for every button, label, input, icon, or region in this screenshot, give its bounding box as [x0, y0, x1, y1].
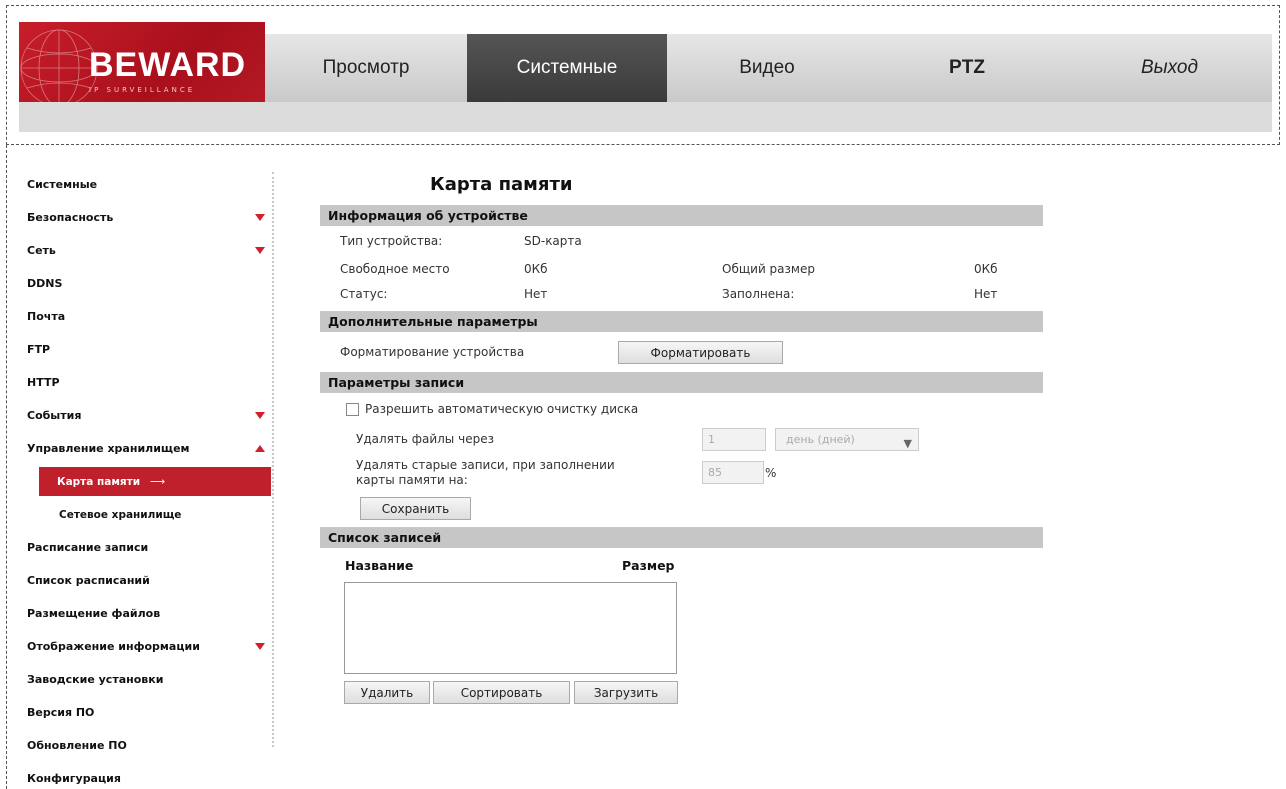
sidebar-item-firmware-update[interactable]: Обновление ПО [19, 729, 271, 762]
expand-arrow-icon[interactable] [255, 412, 265, 419]
sidebar-item-label: FTP [27, 343, 51, 356]
sidebar-item-record-schedule[interactable]: Расписание записи [19, 531, 271, 564]
sidebar-divider [272, 172, 274, 747]
delete-old-label-line1: Удалять старые записи, при заполнении [356, 458, 615, 472]
nav-system[interactable]: Системные [467, 34, 667, 102]
delete-button[interactable]: Удалить [344, 681, 430, 704]
column-name: Название [345, 558, 414, 573]
logo-subtitle: IP SURVEILLANCE [89, 86, 196, 94]
logo-text: BEWARD [89, 46, 247, 84]
sidebar-item-label: Расписание записи [27, 541, 149, 554]
sidebar-item-label: Обновление ПО [27, 739, 127, 752]
sidebar-item-ddns[interactable]: DDNS [19, 267, 271, 300]
full-value: Нет [974, 287, 998, 301]
delete-after-input[interactable]: 1 [702, 428, 766, 451]
nav-video[interactable]: Видео [667, 34, 867, 102]
sidebar: Системные Безопасность Сеть DDNS Почта F… [19, 168, 271, 789]
beward-logo[interactable]: BEWARD IP SURVEILLANCE [19, 22, 265, 114]
percent-sign: % [765, 466, 777, 480]
section-records-list: Список записей [320, 527, 1043, 548]
top-nav: Просмотр Системные Видео PTZ Выход [265, 34, 1272, 102]
status-value: Нет [524, 287, 548, 301]
delete-after-label: Удалять файлы через [356, 432, 494, 446]
full-label: Заполнена: [722, 287, 795, 301]
sidebar-item-label: Карта памяти [57, 475, 141, 488]
device-type-value: SD-карта [524, 234, 582, 248]
sidebar-item-network[interactable]: Сеть [19, 234, 271, 267]
sidebar-item-factory-reset[interactable]: Заводские установки [19, 663, 271, 696]
sidebar-item-ftp[interactable]: FTP [19, 333, 271, 366]
section-device-info: Информация об устройстве [320, 205, 1043, 226]
sidebar-item-label: Сетевое хранилище [59, 508, 182, 521]
select-value: день (дней) [786, 433, 855, 446]
load-button[interactable]: Загрузить [574, 681, 678, 704]
sidebar-item-nas[interactable]: Сетевое хранилище [19, 498, 271, 531]
sidebar-item-label: Системные [27, 178, 98, 191]
auto-clean-label: Разрешить автоматическую очистку диска [365, 402, 639, 416]
nav-preview[interactable]: Просмотр [265, 34, 467, 102]
sidebar-item-label: HTTP [27, 376, 60, 389]
save-button[interactable]: Сохранить [360, 497, 471, 520]
sidebar-item-label: Конфигурация [27, 772, 121, 785]
nav-ptz[interactable]: PTZ [867, 34, 1067, 102]
device-type-label: Тип устройства: [340, 234, 443, 248]
sidebar-item-label: Размещение файлов [27, 607, 161, 620]
left-frame-border [6, 145, 7, 789]
page-title: Карта памяти [430, 174, 573, 195]
sidebar-item-label: Управление хранилищем [27, 442, 190, 455]
expand-arrow-icon[interactable] [255, 643, 265, 650]
status-label: Статус: [340, 287, 388, 301]
sub-nav-bar [19, 102, 1272, 132]
column-size: Размер [622, 558, 675, 573]
delete-old-percent-input[interactable]: 85 [702, 461, 764, 484]
free-space-value: 0Кб [524, 262, 548, 276]
nav-logout[interactable]: Выход [1067, 34, 1272, 102]
sidebar-item-http[interactable]: HTTP [19, 366, 271, 399]
total-size-value: 0Кб [974, 262, 998, 276]
sidebar-item-mail[interactable]: Почта [19, 300, 271, 333]
sidebar-item-configuration[interactable]: Конфигурация [19, 762, 271, 789]
records-listbox[interactable] [344, 582, 677, 674]
sidebar-item-label: Почта [27, 310, 66, 323]
format-device-label: Форматирование устройства [340, 345, 525, 359]
sidebar-item-info-display[interactable]: Отображение информации [19, 630, 271, 663]
delete-old-label-line2: карты памяти на: [356, 473, 468, 487]
expand-arrow-icon[interactable] [255, 214, 265, 221]
sort-button[interactable]: Сортировать [433, 681, 570, 704]
sidebar-item-schedule-list[interactable]: Список расписаний [19, 564, 271, 597]
sidebar-item-label: События [27, 409, 82, 422]
chevron-down-icon: ▼ [903, 437, 912, 450]
expand-arrow-icon[interactable] [255, 247, 265, 254]
auto-clean-checkbox[interactable] [346, 403, 359, 416]
collapse-arrow-icon[interactable] [255, 445, 265, 452]
sidebar-item-label: Заводские установки [27, 673, 164, 686]
section-record-params: Параметры записи [320, 372, 1043, 393]
sidebar-item-security[interactable]: Безопасность [19, 201, 271, 234]
sidebar-item-label: Безопасность [27, 211, 114, 224]
sidebar-item-label: Сеть [27, 244, 56, 257]
free-space-label: Свободное место [340, 262, 450, 276]
sidebar-item-label: Список расписаний [27, 574, 150, 587]
sidebar-item-system[interactable]: Системные [19, 168, 271, 201]
total-size-label: Общий размер [722, 262, 815, 276]
sidebar-item-storage[interactable]: Управление хранилищем [19, 432, 271, 465]
section-extra-params: Дополнительные параметры [320, 311, 1043, 332]
format-button[interactable]: Форматировать [618, 341, 783, 364]
arrow-right-icon: ⟶ [149, 475, 165, 488]
sidebar-item-events[interactable]: События [19, 399, 271, 432]
sidebar-item-file-placement[interactable]: Размещение файлов [19, 597, 271, 630]
sidebar-item-firmware-version[interactable]: Версия ПО [19, 696, 271, 729]
sidebar-item-label: Версия ПО [27, 706, 95, 719]
sidebar-item-memory-card[interactable]: Карта памяти ⟶ [39, 467, 271, 496]
sidebar-item-label: DDNS [27, 277, 63, 290]
sidebar-item-label: Отображение информации [27, 640, 200, 653]
delete-after-unit-select[interactable]: день (дней) ▼ [775, 428, 919, 451]
